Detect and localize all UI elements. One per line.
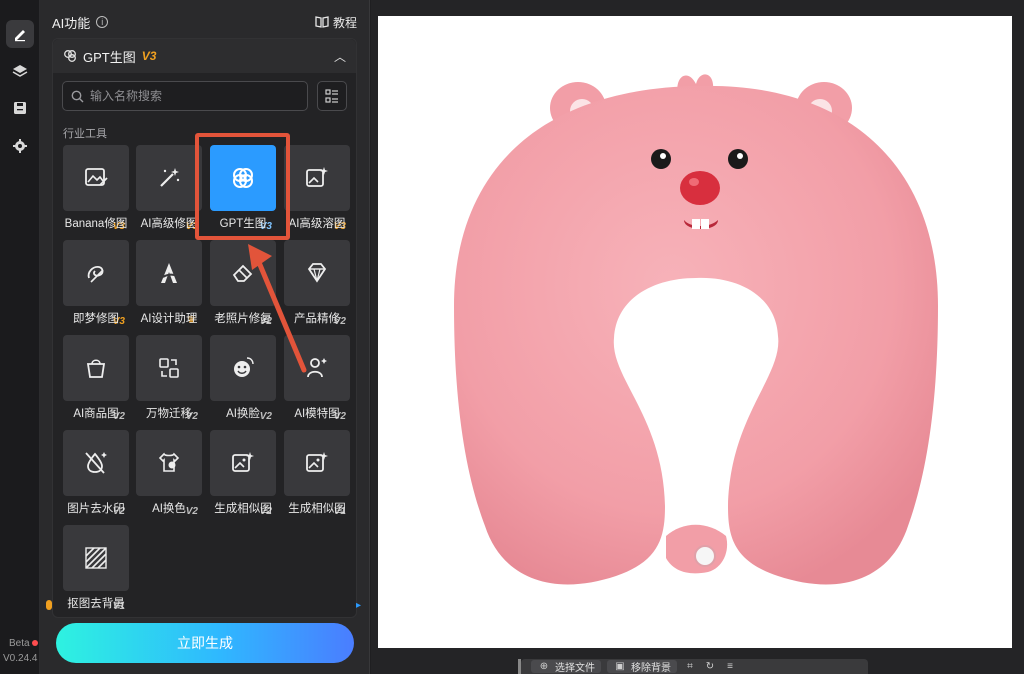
tool-label: GPT生图 [219,218,267,230]
tool-gpt-image[interactable]: V3 GPT生图 [210,145,276,235]
tool-banana-retouch[interactable]: V3 Banana修图 [63,145,129,235]
tool-label: 即梦修图 [73,313,119,325]
card-header[interactable]: GPT生图 V3 ︿ [53,39,356,73]
panel-header: AI功能 i 教程 [52,12,357,32]
save-icon[interactable] [6,94,34,122]
gpt-knot-small-icon [64,50,76,62]
tool-generate-similar-v1[interactable]: V1 生成相似图 [284,430,350,520]
tool-label: 生成相似图 [288,503,346,515]
list-view-icon [325,89,338,103]
side-indicator-right: ▸ [356,600,362,611]
tool-label: Banana修图 [64,218,128,230]
adjust-icon[interactable]: ≡ [723,661,737,673]
tool-ai-design-assistant[interactable]: ♛ AI设计助理 [136,240,202,330]
image-edit-icon [85,168,108,186]
design-assistant-icon [161,263,179,283]
similar-image-v1-icon [306,452,328,472]
tool-generate-similar-v2[interactable]: V2 生成相似图 [210,430,276,520]
tool-ai-advanced-retouch[interactable]: V3 AI高级修图 [136,145,202,235]
image-icon: ▣ [615,660,625,672]
info-icon[interactable]: i [96,16,109,28]
tool-label: 万物迁移 [146,408,192,420]
tool-remove-watermark[interactable]: V2 图片去水印 [63,430,129,520]
search-input[interactable] [90,89,290,103]
tutorial-link[interactable]: 教程 [315,14,357,31]
side-indicator-left [46,600,52,610]
gear-icon[interactable] [6,132,34,160]
canvas[interactable] [378,16,1012,648]
tool-label: 图片去水印 [67,503,125,515]
rotate-icon[interactable]: ↻ [703,661,717,673]
search-field[interactable] [62,81,308,111]
book-icon [315,16,329,28]
tool-label: 抠图去背景 [67,598,125,610]
remove-background-label: 移除背景 [631,663,671,673]
left-rail: Beta V0.24.4 [0,0,40,674]
layers-icon[interactable] [6,57,34,85]
magic-wand-icon [160,168,180,187]
search-icon [71,90,84,102]
file-icon: ⊕ [539,660,549,672]
gpt-knot-icon [233,168,253,188]
transfer-icon [159,358,179,378]
tool-ai-advanced-blend[interactable]: V3 AI高级溶图 [284,145,350,235]
section-label: 行业工具 [63,128,107,140]
neck-pillow-image [454,74,938,585]
beta-dot [32,640,38,646]
tool-ai-recolor[interactable]: V2 AI换色 [136,430,202,520]
generate-button[interactable]: 立即生成 [56,623,354,663]
bottom-toolbar: ⊕ 选择文件 ▣ 移除背景 ⌗ ↻ ≡ [521,659,868,674]
tool-label: AI换脸 [226,408,260,420]
annotation-arrow [248,244,307,373]
card-title: GPT生图 [83,49,136,65]
card-version: V3 [141,49,157,63]
tool-label: AI高级修图 [140,218,198,230]
tool-cutout-remove-bg[interactable]: V1 抠图去背景 [63,525,129,615]
choose-file-label: 选择文件 [555,663,595,673]
beta-label: Beta [9,638,30,649]
shopping-bag-icon [86,359,106,378]
list-view-button[interactable] [317,81,347,111]
chevron-up-icon[interactable]: ︿ [334,48,346,65]
dream-retouch-icon [87,266,104,283]
image-sparkle-icon [306,167,328,187]
similar-image-icon [232,452,254,472]
tool-ai-product-image[interactable]: V2 AI商品图 [63,335,129,425]
tool-label: 生成相似图 [214,503,272,515]
tshirt-palette-icon [158,452,180,472]
remove-background-button[interactable]: ▣ 移除背景 [607,660,677,673]
cutout-icon [85,547,107,569]
pen-tool-icon[interactable] [6,20,34,48]
canvas-area: ⊕ 选择文件 ▣ 移除背景 ⌗ ↻ ≡ [371,0,1024,674]
tool-label: AI高级溶图 [288,218,346,230]
remove-watermark-icon [85,452,107,474]
tool-object-transfer[interactable]: V2 万物迁移 [136,335,202,425]
panel-title: AI功能 [52,15,91,31]
version-label: V0.24.4 [3,653,38,664]
choose-file-button[interactable]: ⊕ 选择文件 [531,660,601,673]
tool-label: AI设计助理 [140,313,198,325]
tool-jimeng-retouch[interactable]: V3 即梦修图 [63,240,129,330]
tool-label: AI商品图 [73,408,119,420]
crop-icon[interactable]: ⌗ [683,661,697,673]
tool-label: AI模特图 [294,408,340,420]
tool-label: AI换色 [152,503,186,515]
tutorial-label: 教程 [332,15,357,30]
